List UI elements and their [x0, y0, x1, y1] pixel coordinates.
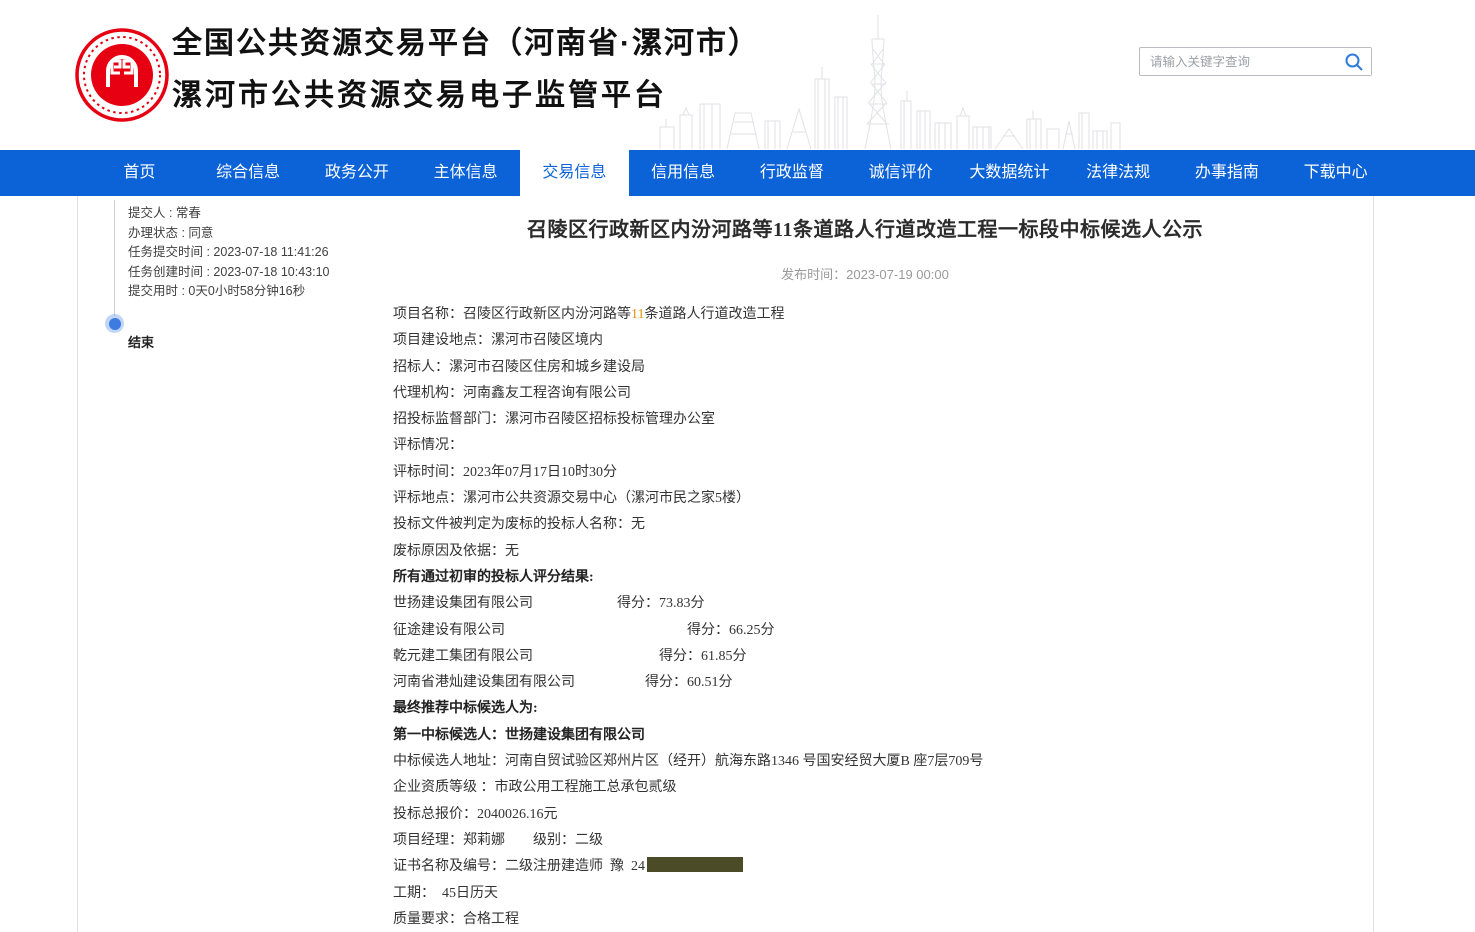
doc-line: 工期： 45日历天 — [393, 881, 1337, 907]
announcement-title: 召陵区行政新区内汾河路等11条道路人行道改造工程一标段中标候选人公示 — [393, 213, 1337, 242]
doc-line: 所有通过初审的投标人评分结果: — [393, 565, 1337, 591]
doc-line: 证书名称及编号：二级注册建造师 豫 24 — [393, 854, 1337, 880]
doc-line: 世扬建设集团有限公司 得分：73.83分 — [393, 591, 1337, 617]
doc-line: 评标地点：漯河市公共资源交易中心（漯河市民之家5楼） — [393, 486, 1337, 512]
workflow-field: 任务创建时间 : 2023-07-18 10:43:10 — [128, 263, 330, 283]
nav-item-6[interactable]: 信用信息 — [629, 150, 738, 196]
doc-line: 项目名称：召陵区行政新区内汾河路等11条道路人行道改造工程 — [393, 302, 1337, 328]
site-header: 全国公共资源交易平台（河南省·漯河市） 漯河市公共资源交易电子监管平台 — [0, 0, 1475, 150]
nav-item-5-active[interactable]: 交易信息 — [520, 150, 629, 196]
page: 全国公共资源交易平台（河南省·漯河市） 漯河市公共资源交易电子监管平台 — [0, 0, 1475, 932]
search-box — [1139, 47, 1372, 76]
publish-time: 发布时间：2023-07-19 00:00 — [393, 264, 1337, 283]
search-input[interactable] — [1140, 55, 1337, 69]
doc-line: 投标文件被判定为废标的投标人名称：无 — [393, 512, 1337, 538]
doc-line: 企业资质等级 ：市政公用工程施工总承包贰级 — [393, 775, 1337, 801]
timeline-node-icon — [105, 314, 124, 333]
content-right-border — [1373, 196, 1374, 932]
divider-line — [77, 196, 78, 932]
nav-item-12[interactable]: 下载中心 — [1281, 150, 1390, 196]
doc-line: 征途建设有限公司 得分：66.25分 — [393, 618, 1337, 644]
nav-item-1[interactable]: 首页 — [85, 150, 194, 196]
announcement-article: 召陵区行政新区内汾河路等11条道路人行道改造工程一标段中标候选人公示 发布时间：… — [357, 196, 1373, 932]
workflow-sidebar: 提交人 : 常春办理状态 : 同意任务提交时间 : 2023-07-18 11:… — [96, 196, 357, 932]
nav-item-7[interactable]: 行政监督 — [738, 150, 847, 196]
search-button[interactable] — [1337, 48, 1371, 75]
timeline-line — [114, 200, 115, 316]
workflow-end-label: 结束 — [128, 332, 154, 351]
city-skyline-watermark — [655, 14, 1125, 150]
site-logo — [74, 27, 170, 123]
redaction-block — [647, 857, 743, 872]
doc-line: 河南省港灿建设集团有限公司 得分：60.51分 — [393, 670, 1337, 696]
doc-line: 项目建设地点：漯河市召陵区境内 — [393, 328, 1337, 354]
doc-line: 乾元建工集团有限公司 得分：61.85分 — [393, 644, 1337, 670]
workflow-field: 任务提交时间 : 2023-07-18 11:41:26 — [128, 243, 330, 263]
doc-line: 最终推荐中标候选人为: — [393, 696, 1337, 722]
workflow-field: 提交人 : 常春 — [128, 204, 330, 224]
nav-item-10[interactable]: 法律法规 — [1064, 150, 1173, 196]
doc-line: 第一中标候选人：世扬建设集团有限公司 — [393, 723, 1337, 749]
doc-line: 项目经理：郑莉娜 级别：二级 — [393, 828, 1337, 854]
doc-line: 招投标监督部门：漯河市召陵区招标投标管理办公室 — [393, 407, 1337, 433]
doc-line: 评标情况： — [393, 433, 1337, 459]
nav-item-9[interactable]: 大数据统计 — [955, 150, 1064, 196]
nav-item-8[interactable]: 诚信评价 — [846, 150, 955, 196]
main-nav: 首页综合信息政务公开主体信息交易信息信用信息行政监督诚信评价大数据统计法律法规办… — [0, 150, 1475, 196]
seal-icon — [74, 27, 170, 123]
doc-line: 代理机构：河南鑫友工程咨询有限公司 — [393, 381, 1337, 407]
nav-item-11[interactable]: 办事指南 — [1173, 150, 1282, 196]
search-icon — [1344, 52, 1364, 72]
highlighted-keyword: 11 — [631, 307, 644, 322]
doc-line: 质量要求：合格工程 — [393, 907, 1337, 932]
doc-line: 投标总报价：2040026.16元 — [393, 802, 1337, 828]
announcement-body: 项目名称：召陵区行政新区内汾河路等11条道路人行道改造工程项目建设地点：漯河市召… — [393, 302, 1337, 932]
workflow-field: 办理状态 : 同意 — [128, 224, 330, 244]
doc-line: 评标时间：2023年07月17日10时30分 — [393, 460, 1337, 486]
doc-line: 中标候选人地址：河南自贸试验区郑州片区（经开）航海东路1346 号国安经贸大厦B… — [393, 749, 1337, 775]
workflow-fields: 提交人 : 常春办理状态 : 同意任务提交时间 : 2023-07-18 11:… — [128, 204, 330, 302]
workflow-field: 提交用时 : 0天0小时58分钟16秒 — [128, 282, 330, 302]
nav-item-2[interactable]: 综合信息 — [194, 150, 303, 196]
nav-item-4[interactable]: 主体信息 — [411, 150, 520, 196]
doc-line: 招标人：漯河市召陵区住房和城乡建设局 — [393, 355, 1337, 381]
doc-line: 废标原因及依据：无 — [393, 539, 1337, 565]
nav-item-3[interactable]: 政务公开 — [303, 150, 412, 196]
